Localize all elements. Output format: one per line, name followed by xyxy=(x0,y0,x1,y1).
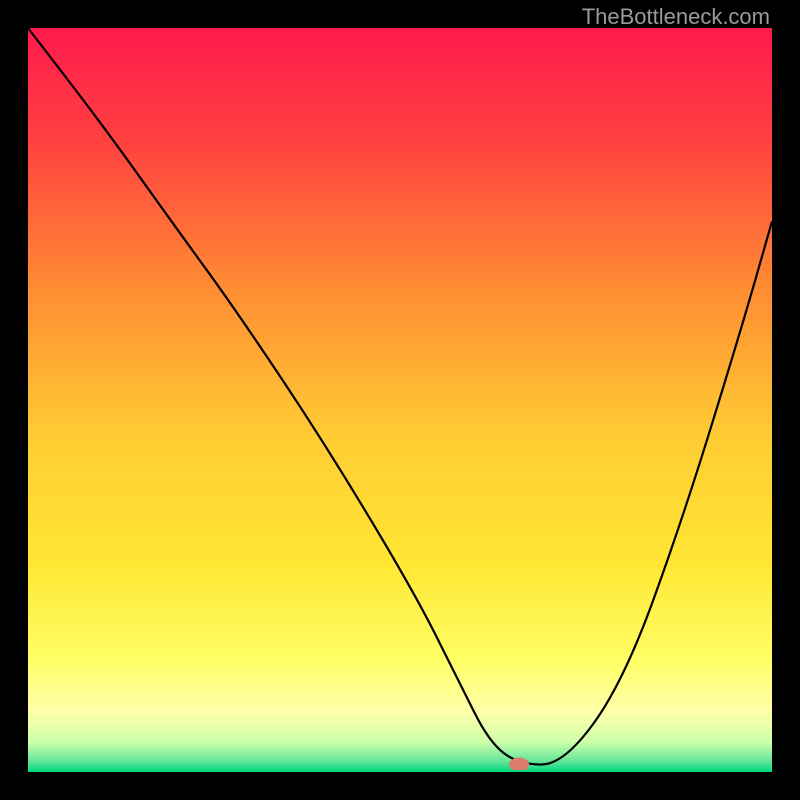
watermark-text: TheBottleneck.com xyxy=(582,4,770,30)
chart-svg xyxy=(28,28,772,772)
optimum-marker xyxy=(509,758,529,772)
bottleneck-chart xyxy=(28,28,772,772)
chart-background xyxy=(28,28,772,772)
